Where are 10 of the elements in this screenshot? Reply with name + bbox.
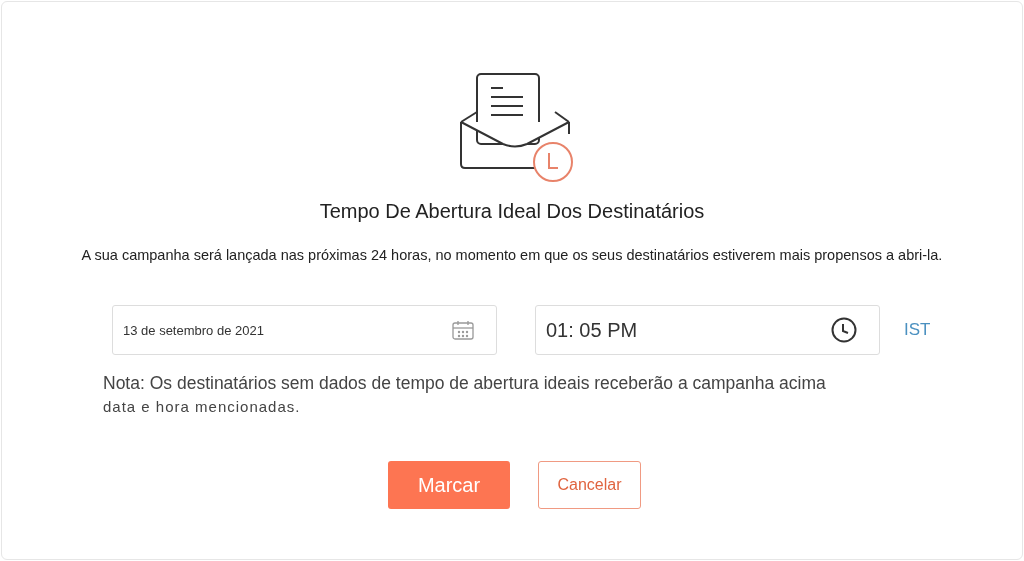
note-text: data e hora mencionadas. xyxy=(103,398,302,415)
date-field[interactable]: 13 de setembro de 2021 xyxy=(112,305,497,355)
description-text: A sua campanha será lançada nas próximas 24 horas, no momento em que os seus destinatários estiverem mais propensos a abri-la. xyxy=(81,247,943,263)
dialog-title: Tempo De Abertura Ideal Dos Destinatários xyxy=(319,200,705,223)
timezone-label: IST xyxy=(904,320,931,340)
clock-icon xyxy=(831,317,857,343)
note-text: Nota: Os destinatários sem dados de tempo de abertura ideais receberão a campanha acima xyxy=(103,373,827,394)
time-field[interactable]: 01: 05 PM xyxy=(535,305,880,355)
cancel-button[interactable]: Cancelar xyxy=(538,461,641,509)
calendar-icon xyxy=(452,320,474,340)
